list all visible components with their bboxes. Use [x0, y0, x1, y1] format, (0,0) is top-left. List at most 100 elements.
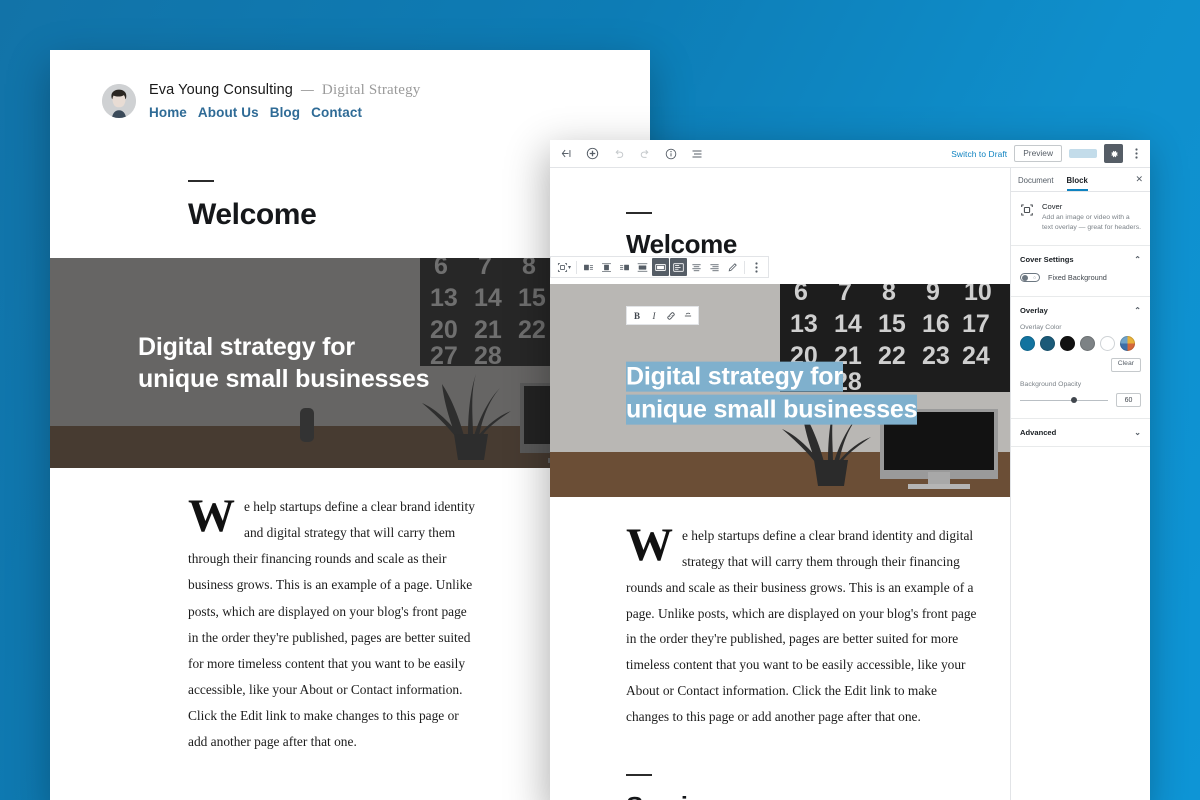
- align-right-button[interactable]: [616, 258, 633, 276]
- section-rule: [626, 773, 652, 776]
- canvas-body-text[interactable]: We help startups define a clear brand id…: [550, 497, 980, 730]
- section-rule: [188, 180, 214, 182]
- canvas-welcome-section: Welcome: [550, 168, 1010, 260]
- info-icon[interactable]: [662, 145, 679, 162]
- chevron-up-icon: ⌃: [1134, 306, 1141, 316]
- block-toolbar[interactable]: ▾: [550, 256, 770, 278]
- swatch-white[interactable]: [1100, 336, 1115, 352]
- block-title: Cover: [1042, 202, 1063, 211]
- switch-to-draft-button[interactable]: Switch to Draft: [951, 149, 1007, 159]
- svg-text:16: 16: [922, 310, 950, 338]
- fixed-background-toggle[interactable]: ○: [1020, 273, 1040, 283]
- chevron-down-icon: ⌄: [1134, 428, 1141, 438]
- svg-text:24: 24: [962, 342, 990, 370]
- section-rule: [626, 212, 652, 214]
- strikethrough-icon[interactable]: [680, 308, 696, 324]
- align-full-button[interactable]: [652, 258, 670, 276]
- block-description: Add an image or video with a text overla…: [1042, 214, 1141, 232]
- nav-item-contact[interactable]: Contact: [311, 105, 362, 120]
- redo-icon[interactable]: [636, 145, 653, 162]
- svg-text:23: 23: [922, 342, 950, 370]
- svg-text:10: 10: [964, 284, 992, 306]
- add-block-icon[interactable]: [584, 145, 601, 162]
- canvas-services-section: Services Website Design Marketing: [550, 730, 1010, 800]
- kebab-menu-icon[interactable]: [1130, 144, 1143, 163]
- editor-toolbar: Switch to Draft Preview: [550, 140, 1150, 168]
- nav-item-blog[interactable]: Blog: [270, 105, 300, 120]
- swatch-gray[interactable]: [1080, 336, 1095, 352]
- fixed-background-label: Fixed Background: [1048, 273, 1107, 283]
- italic-button[interactable]: I: [646, 308, 662, 324]
- swatch-dark-blue[interactable]: [1040, 336, 1055, 352]
- align-center-button[interactable]: [598, 258, 615, 276]
- drop-cap: W: [188, 490, 235, 542]
- overlay-color-swatches: [1020, 336, 1141, 352]
- list-view-icon[interactable]: [688, 145, 705, 162]
- settings-sidebar: Document Block ✕ Cover Add an image or v…: [1010, 168, 1150, 800]
- cover-settings-title: Cover Settings: [1020, 255, 1074, 265]
- block-info-card: Cover Add an image or video with a text …: [1011, 192, 1150, 247]
- canvas-cover-block[interactable]: 678910 1314151617 2021222324 2728: [550, 284, 1010, 497]
- svg-text:14: 14: [834, 310, 862, 338]
- canvas-services-title[interactable]: Services: [626, 791, 1010, 800]
- drop-cap: W: [626, 519, 673, 571]
- clear-color-button[interactable]: Clear: [1110, 358, 1141, 373]
- svg-text:15: 15: [878, 310, 906, 338]
- svg-text:6: 6: [794, 284, 808, 306]
- avatar: [102, 84, 136, 118]
- edit-pencil-icon[interactable]: [724, 258, 741, 276]
- tab-block[interactable]: Block: [1067, 168, 1088, 191]
- back-arrow-icon[interactable]: [558, 145, 575, 162]
- update-button[interactable]: [1069, 149, 1097, 158]
- preview-button[interactable]: Preview: [1014, 144, 1062, 163]
- svg-text:13: 13: [790, 310, 818, 338]
- toggle-off-label: ○: [1033, 275, 1036, 281]
- background-opacity-value[interactable]: 60: [1116, 393, 1141, 408]
- editor-canvas[interactable]: Welcome ▾ 6 7 8 9 10 13 14 15 16 17 20 2…: [550, 168, 1010, 800]
- chevron-down-icon[interactable]: ▾: [568, 264, 571, 271]
- gear-icon[interactable]: [1104, 144, 1123, 163]
- overlay-color-label: Overlay Color: [1020, 324, 1062, 332]
- inline-format-toolbar[interactable]: B I: [626, 306, 699, 325]
- overlay-header[interactable]: Overlay ⌃: [1011, 297, 1150, 324]
- overlay-panel: Overlay ⌃ Overlay Color Clear Background…: [1011, 297, 1150, 420]
- toolbar-divider: [576, 260, 578, 274]
- link-icon[interactable]: [663, 308, 679, 324]
- fixed-background-row[interactable]: ○ Fixed Background: [1020, 273, 1141, 285]
- bold-button[interactable]: B: [629, 308, 645, 324]
- site-nav: Home About Us Blog Contact: [149, 105, 421, 120]
- canvas-cover-heading[interactable]: Digital strategy for unique small busine…: [626, 360, 918, 426]
- cover-heading-line-1: Digital strategy for: [626, 361, 843, 392]
- advanced-title: Advanced: [1020, 428, 1057, 438]
- swatch-bright-blue[interactable]: [1020, 336, 1035, 352]
- text-align-center-button[interactable]: [688, 258, 705, 276]
- tab-document[interactable]: Document: [1018, 175, 1054, 185]
- align-wide-button[interactable]: [634, 258, 651, 276]
- slider-knob[interactable]: [1071, 396, 1078, 403]
- cover-heading-line-2: unique small businesses: [626, 394, 918, 425]
- sidebar-tabs: Document Block ✕: [1011, 168, 1150, 192]
- swatch-black[interactable]: [1060, 336, 1075, 352]
- background-opacity-slider[interactable]: [1020, 395, 1108, 406]
- cover-settings-header[interactable]: Cover Settings ⌃: [1011, 246, 1150, 273]
- background-opacity-label: Background Opacity: [1020, 381, 1082, 389]
- cover-heading: Digital strategy for unique small busine…: [138, 333, 430, 393]
- text-align-right-button[interactable]: [706, 258, 723, 276]
- nav-item-about-us[interactable]: About Us: [198, 105, 259, 120]
- nav-item-home[interactable]: Home: [149, 105, 187, 120]
- chevron-up-icon: ⌃: [1134, 255, 1141, 265]
- undo-icon[interactable]: [610, 145, 627, 162]
- align-left-button[interactable]: [580, 258, 597, 276]
- toggle-knob: [1022, 274, 1028, 281]
- site-brand: Eva Young Consulting — Digital Strategy: [149, 82, 421, 99]
- page-body-text: We help startups define a clear brand id…: [50, 468, 480, 755]
- close-icon[interactable]: ✕: [1135, 174, 1143, 185]
- advanced-header[interactable]: Advanced ⌄: [1011, 419, 1150, 446]
- brand-tagline: Digital Strategy: [321, 82, 421, 98]
- brand-separator: —: [300, 82, 314, 97]
- more-options-icon[interactable]: [748, 258, 765, 276]
- brand-name: Eva Young Consulting: [149, 82, 293, 98]
- svg-text:8: 8: [882, 284, 896, 306]
- swatch-custom[interactable]: [1120, 336, 1135, 352]
- text-align-left-button[interactable]: [670, 258, 688, 276]
